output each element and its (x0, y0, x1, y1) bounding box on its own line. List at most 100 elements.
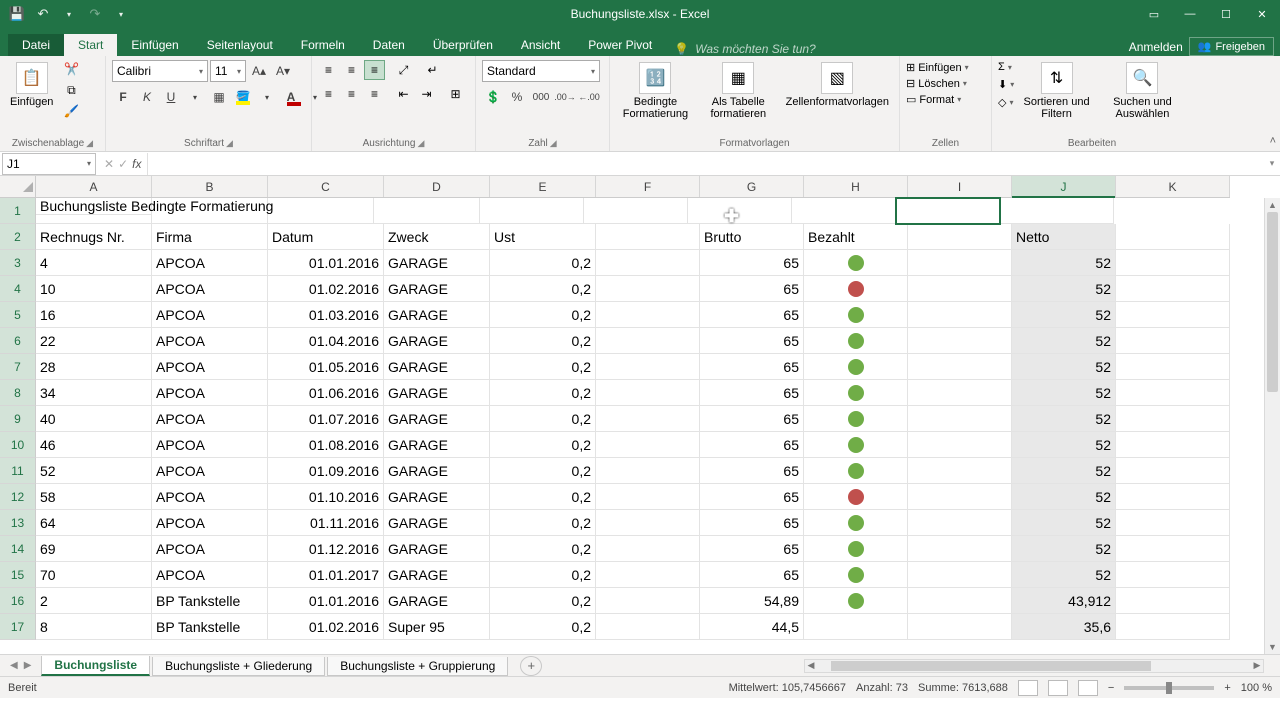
row-header-3[interactable]: 3 (0, 250, 36, 276)
insert-cells-button[interactable]: ⊞ Einfügen ▾ (906, 60, 969, 75)
cell-A15[interactable]: 70 (36, 562, 152, 588)
cell-J9[interactable]: 52 (1012, 406, 1116, 432)
cell-D16[interactable]: GARAGE (384, 588, 490, 614)
cell-D10[interactable]: GARAGE (384, 432, 490, 458)
font-color-icon[interactable]: A (280, 86, 302, 108)
cell-F1[interactable] (480, 198, 584, 224)
cell-K1[interactable] (1000, 198, 1114, 224)
hscroll-left-icon[interactable]: ◀ (805, 660, 817, 671)
cell-F14[interactable] (596, 536, 700, 562)
cell-J13[interactable]: 52 (1012, 510, 1116, 536)
cell-E3[interactable]: 0,2 (490, 250, 596, 276)
cell-I10[interactable] (908, 432, 1012, 458)
cell-I9[interactable] (908, 406, 1012, 432)
cell-E15[interactable]: 0,2 (490, 562, 596, 588)
cell-G1[interactable] (584, 198, 688, 224)
cell-A6[interactable]: 22 (36, 328, 152, 354)
row-header-4[interactable]: 4 (0, 276, 36, 302)
cell-B13[interactable]: APCOA (152, 510, 268, 536)
tab-power pivot[interactable]: Power Pivot (574, 34, 666, 56)
cell-A10[interactable]: 46 (36, 432, 152, 458)
comma-icon[interactable]: 000 (530, 86, 552, 108)
cell-K2[interactable] (1116, 224, 1230, 250)
cell-E7[interactable]: 0,2 (490, 354, 596, 380)
cell-C6[interactable]: 01.04.2016 (268, 328, 384, 354)
cell-D17[interactable]: Super 95 (384, 614, 490, 640)
cell-B12[interactable]: APCOA (152, 484, 268, 510)
tab-daten[interactable]: Daten (359, 34, 419, 56)
cell-C17[interactable]: 01.02.2016 (268, 614, 384, 640)
row-header-11[interactable]: 11 (0, 458, 36, 484)
row-header-2[interactable]: 2 (0, 224, 36, 250)
col-header-H[interactable]: H (804, 176, 908, 197)
cell-I14[interactable] (908, 536, 1012, 562)
tab-formeln[interactable]: Formeln (287, 34, 359, 56)
row-header-8[interactable]: 8 (0, 380, 36, 406)
cell-D11[interactable]: GARAGE (384, 458, 490, 484)
cell-C14[interactable]: 01.12.2016 (268, 536, 384, 562)
cell-H6[interactable] (804, 328, 908, 354)
cell-E8[interactable]: 0,2 (490, 380, 596, 406)
cell-K16[interactable] (1116, 588, 1230, 614)
tab-ansicht[interactable]: Ansicht (507, 34, 574, 56)
ribbon-options-icon[interactable]: ▭ (1136, 0, 1172, 28)
cell-F2[interactable] (596, 224, 700, 250)
cell-I12[interactable] (908, 484, 1012, 510)
cell-I6[interactable] (908, 328, 1012, 354)
name-box[interactable]: J1▾ (2, 153, 96, 175)
orientation-icon[interactable]: ⤢ (393, 60, 414, 80)
accounting-icon[interactable]: 💲 (482, 86, 504, 108)
cell-K9[interactable] (1116, 406, 1230, 432)
cell-K14[interactable] (1116, 536, 1230, 562)
cell-I4[interactable] (908, 276, 1012, 302)
cell-C12[interactable]: 01.10.2016 (268, 484, 384, 510)
underline-button[interactable]: U (160, 86, 182, 108)
increase-decimal-icon[interactable]: .00→ (554, 86, 576, 108)
cell-G10[interactable]: 65 (700, 432, 804, 458)
cell-E5[interactable]: 0,2 (490, 302, 596, 328)
add-sheet-button[interactable]: + (520, 656, 542, 676)
col-header-D[interactable]: D (384, 176, 490, 197)
undo-icon[interactable]: ↶ (34, 5, 52, 23)
cell-J14[interactable]: 52 (1012, 536, 1116, 562)
find-select-button[interactable]: 🔍Suchen und Auswählen (1099, 60, 1186, 122)
cell-C8[interactable]: 01.06.2016 (268, 380, 384, 406)
cell-H11[interactable] (804, 458, 908, 484)
cell-A2[interactable]: Rechnugs Nr. (36, 224, 152, 250)
cell-H7[interactable] (804, 354, 908, 380)
cell-styles-button[interactable]: ▧Zellenformatvorlagen (782, 60, 893, 110)
cell-E2[interactable]: Ust (490, 224, 596, 250)
expand-formula-icon[interactable]: ▾ (1264, 158, 1280, 169)
zoom-in-icon[interactable]: + (1224, 682, 1230, 694)
zoom-level[interactable]: 100 % (1241, 682, 1272, 694)
cell-B15[interactable]: APCOA (152, 562, 268, 588)
cell-C4[interactable]: 01.02.2016 (268, 276, 384, 302)
align-bottom-icon[interactable]: ≡ (364, 60, 385, 80)
cell-H4[interactable] (804, 276, 908, 302)
cut-icon[interactable]: ✂️ (61, 60, 81, 78)
cell-F4[interactable] (596, 276, 700, 302)
cell-G15[interactable]: 65 (700, 562, 804, 588)
cell-J12[interactable]: 52 (1012, 484, 1116, 510)
row-header-6[interactable]: 6 (0, 328, 36, 354)
cell-F16[interactable] (596, 588, 700, 614)
cell-B7[interactable]: APCOA (152, 354, 268, 380)
cell-B10[interactable]: APCOA (152, 432, 268, 458)
tab-start[interactable]: Start (64, 34, 117, 56)
cell-B5[interactable]: APCOA (152, 302, 268, 328)
autosum-button[interactable]: Σ▾ (998, 60, 1014, 74)
cell-F3[interactable] (596, 250, 700, 276)
clear-button[interactable]: ◇▾ (998, 95, 1014, 110)
cell-H16[interactable] (804, 588, 908, 614)
cell-A4[interactable]: 10 (36, 276, 152, 302)
cell-B14[interactable]: APCOA (152, 536, 268, 562)
view-pagebreak-icon[interactable] (1078, 680, 1098, 696)
cell-I1[interactable] (792, 198, 896, 224)
cell-F7[interactable] (596, 354, 700, 380)
cell-B4[interactable]: APCOA (152, 276, 268, 302)
cell-E4[interactable]: 0,2 (490, 276, 596, 302)
format-painter-icon[interactable]: 🖌️ (61, 102, 81, 120)
view-layout-icon[interactable] (1048, 680, 1068, 696)
cell-K15[interactable] (1116, 562, 1230, 588)
cell-C15[interactable]: 01.01.2017 (268, 562, 384, 588)
